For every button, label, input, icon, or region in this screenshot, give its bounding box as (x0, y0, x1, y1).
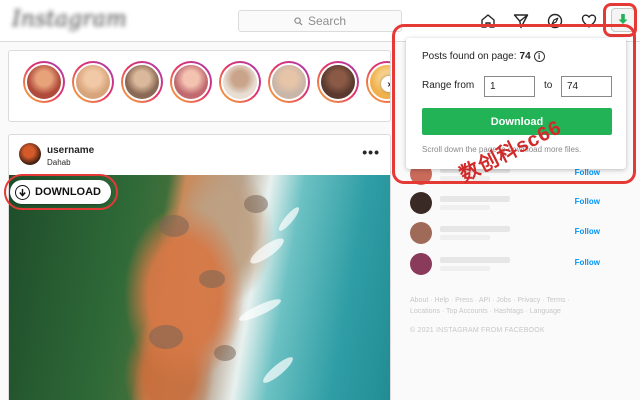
story-avatar[interactable] (23, 61, 65, 103)
follow-button[interactable]: Follow (575, 197, 600, 206)
info-icon[interactable]: i (533, 51, 545, 62)
post-username[interactable]: username (47, 145, 94, 156)
posts-found-label: Posts found on page: (422, 51, 517, 62)
copyright-text: © 2021 INSTAGRAM FROM FACEBOOK (410, 327, 545, 334)
range-from-input[interactable] (484, 76, 535, 97)
story-avatar[interactable] (72, 61, 114, 103)
suggestion-subtitle (440, 235, 490, 240)
stories-tray: › (8, 50, 391, 122)
search-placeholder: Search (307, 14, 347, 28)
stories-next-arrow-icon[interactable]: › (381, 76, 390, 92)
range-to-label: to (544, 80, 553, 91)
suggestion-subtitle (440, 205, 490, 210)
story-avatar[interactable] (317, 61, 359, 103)
post-download-label: DOWNLOAD (35, 186, 101, 198)
suggestion-avatar[interactable] (410, 222, 432, 244)
suggestion-row: Follow (410, 253, 600, 277)
footer-links[interactable]: About · Help · Press · API · Jobs · Priv… (410, 295, 595, 317)
story-avatar[interactable] (268, 61, 310, 103)
download-circle-icon (15, 184, 30, 200)
post-header: username Dahab ••• (9, 135, 390, 175)
suggestion-avatar[interactable] (410, 253, 432, 275)
post-author-avatar[interactable] (19, 143, 41, 165)
suggestion-name[interactable] (440, 257, 510, 263)
search-input[interactable]: Search (238, 10, 402, 32)
range-from-label: Range from (422, 80, 475, 91)
search-icon (294, 16, 303, 26)
instagram-logo[interactable]: Instagram (12, 7, 127, 32)
post-download-button[interactable]: DOWNLOAD (10, 180, 111, 204)
suggestion-row: Follow (410, 222, 600, 246)
extension-button-highlight (603, 3, 637, 37)
suggestion-name[interactable] (440, 196, 510, 202)
suggestion-subtitle (440, 266, 490, 271)
posts-found: Posts found on page: 74 i (422, 51, 545, 62)
suggestion-name[interactable] (440, 226, 510, 232)
follow-button[interactable]: Follow (575, 227, 600, 236)
post-location[interactable]: Dahab (47, 158, 71, 167)
suggestion-row: Follow (410, 192, 600, 216)
follow-button[interactable]: Follow (575, 258, 600, 267)
story-avatar[interactable] (121, 61, 163, 103)
posts-found-count: 74 (519, 51, 531, 62)
range-to-input[interactable] (561, 76, 612, 97)
story-avatar[interactable] (219, 61, 261, 103)
more-options-icon[interactable]: ••• (362, 145, 380, 159)
story-avatar[interactable] (170, 61, 212, 103)
suggestion-avatar[interactable] (410, 192, 432, 214)
